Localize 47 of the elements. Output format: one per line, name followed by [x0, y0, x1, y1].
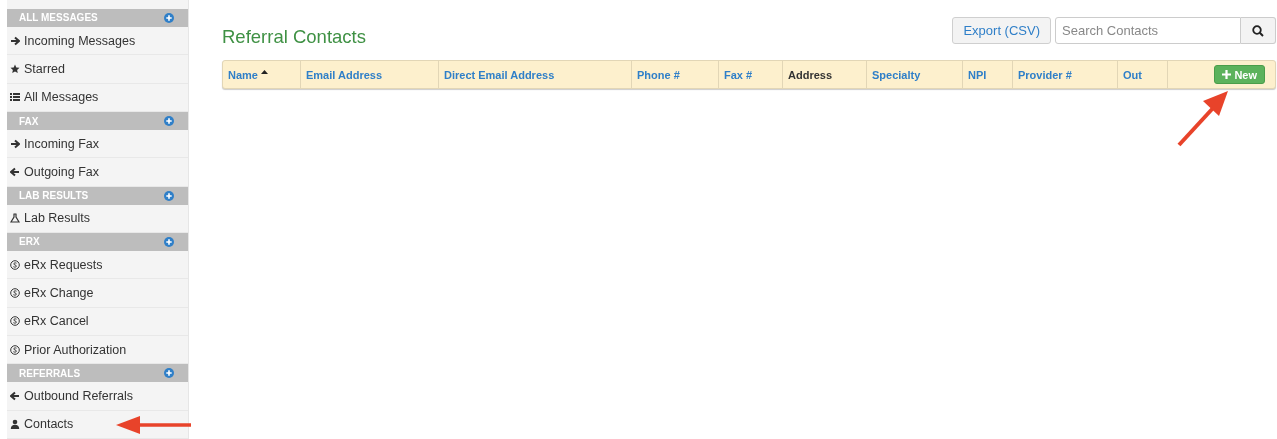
- column-header[interactable]: Direct Email Address: [444, 68, 555, 81]
- section-title: LAB RESULTS: [19, 190, 89, 202]
- column-header[interactable]: Out: [1123, 68, 1142, 81]
- prescription-icon: [10, 288, 20, 298]
- arrow-left-icon: [10, 391, 20, 402]
- add-icon[interactable]: [164, 116, 174, 126]
- sidebar-item[interactable]: Incoming Messages: [7, 26, 188, 56]
- arrow-right-icon: [10, 35, 20, 46]
- column-header[interactable]: Specialty: [872, 68, 921, 81]
- star-icon: [10, 64, 20, 74]
- sidebar-item[interactable]: eRx Requests: [7, 250, 188, 280]
- page-title: Referral Contacts: [222, 26, 366, 48]
- flask-icon: [10, 213, 20, 224]
- column-header[interactable]: Fax #: [724, 68, 753, 81]
- prescription-icon: [10, 259, 20, 270]
- arrow-right-icon: [10, 138, 20, 149]
- sidebar-item[interactable]: Outgoing Fax: [7, 158, 188, 187]
- add-icon[interactable]: [164, 190, 174, 201]
- sidebar-item[interactable]: Starred: [7, 55, 188, 84]
- prescription-icon: [10, 344, 20, 355]
- prescription-icon: [10, 316, 20, 327]
- column-header[interactable]: Email Address: [306, 68, 382, 81]
- column-header: Address: [788, 68, 833, 81]
- search-field[interactable]: Search Contacts: [1055, 17, 1241, 44]
- plus-icon: [1222, 70, 1232, 79]
- search-button[interactable]: [1241, 17, 1276, 44]
- add-icon[interactable]: [164, 12, 174, 23]
- export-button[interactable]: Export (CSV): [952, 17, 1051, 44]
- column-header[interactable]: Name: [228, 68, 258, 81]
- user-icon: [10, 419, 20, 430]
- add-icon[interactable]: [164, 368, 174, 379]
- section-title: REFERRALS: [19, 367, 81, 379]
- section-title: FAX: [19, 115, 39, 127]
- section-title: ALL MESSAGES: [19, 12, 98, 24]
- sidebar-item[interactable]: Incoming Fax: [7, 129, 188, 159]
- sidebar-item[interactable]: eRx Change: [7, 279, 188, 308]
- column-header[interactable]: Phone #: [637, 68, 680, 81]
- column-header[interactable]: NPI: [968, 68, 987, 81]
- annotation-arrow: [1176, 90, 1229, 148]
- add-icon[interactable]: [164, 236, 174, 247]
- sidebar-item[interactable]: Outbound Referrals: [7, 382, 188, 411]
- section-title: ERX: [19, 236, 40, 248]
- list-icon: [10, 92, 20, 103]
- column-header[interactable]: Provider #: [1018, 68, 1072, 81]
- arrow-left-icon: [10, 167, 20, 178]
- sidebar-item[interactable]: eRx Cancel: [7, 307, 188, 337]
- search-icon: [1252, 24, 1264, 37]
